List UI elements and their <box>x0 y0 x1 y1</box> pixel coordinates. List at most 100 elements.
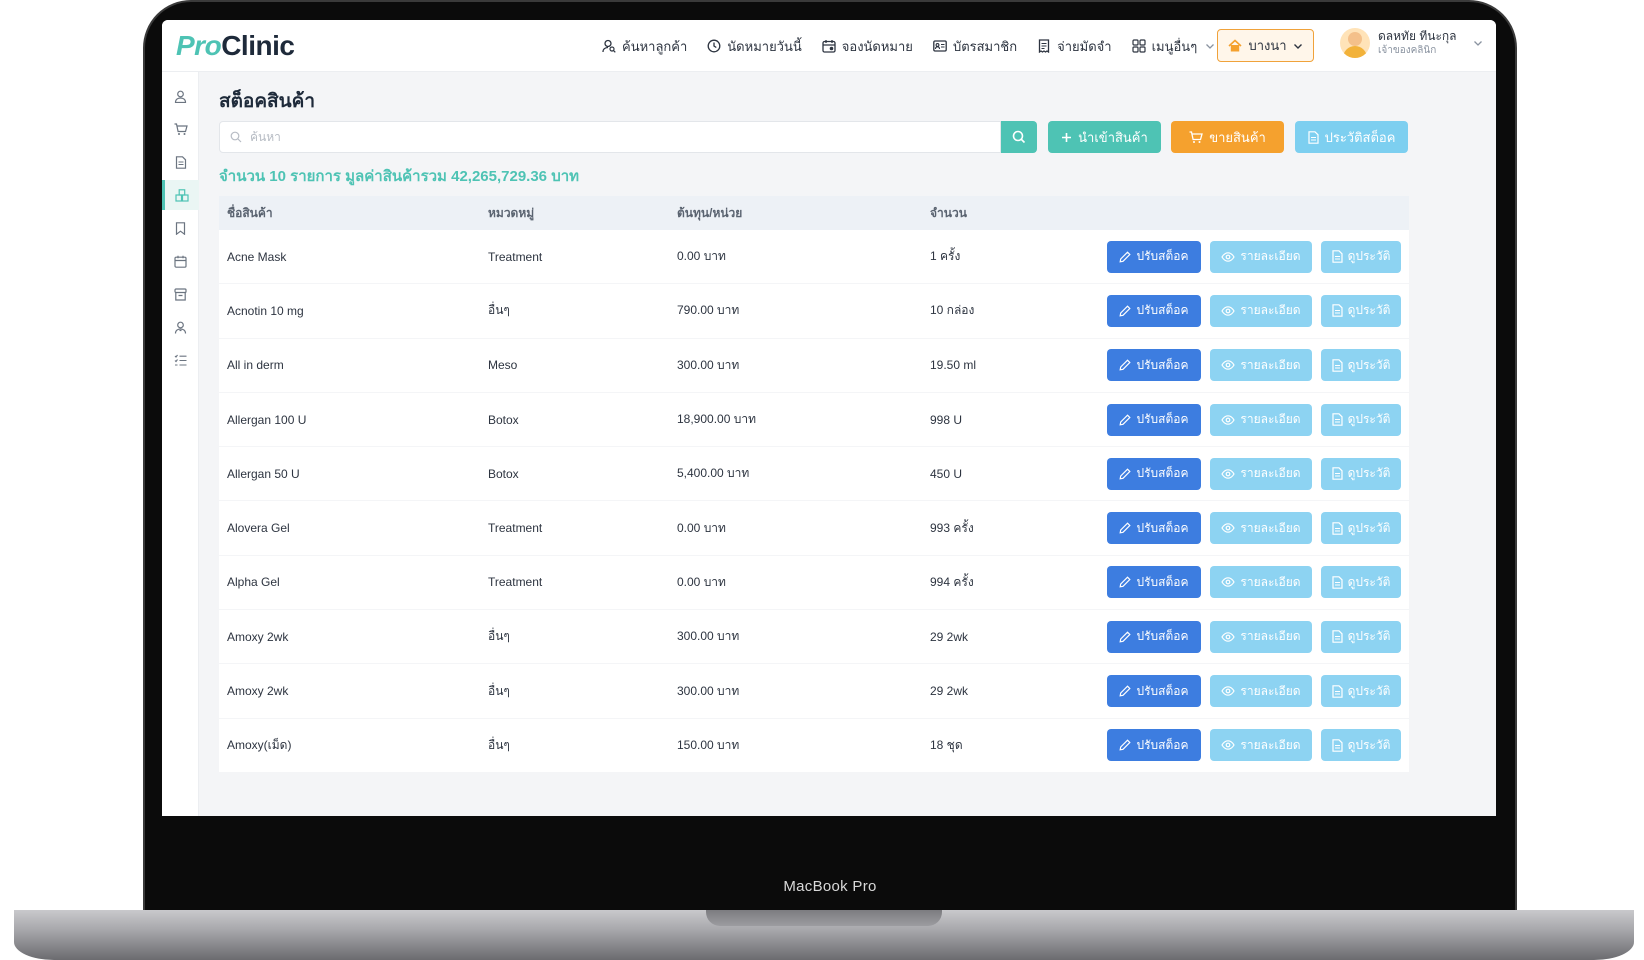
sidebar-item-staff[interactable] <box>162 312 199 342</box>
adjust-stock-label: ปรับสต็อค <box>1136 683 1189 698</box>
database-icon <box>174 287 187 301</box>
sidebar-item-inventory[interactable] <box>162 279 199 309</box>
view-history-button[interactable]: ดูประวัติ <box>1321 512 1401 545</box>
cell-qty: 993 ครั้ง <box>930 520 974 535</box>
view-history-button[interactable]: ดูประวัติ <box>1321 403 1401 436</box>
view-detail-button[interactable]: รายละเอียด <box>1210 566 1312 599</box>
view-history-button[interactable]: ดูประวัติ <box>1321 457 1401 490</box>
view-history-label: ดูประวัติ <box>1347 574 1391 589</box>
view-detail-button[interactable]: รายละเอียด <box>1210 294 1312 327</box>
nav-more-menu[interactable]: เมนูอื่นๆ <box>1131 36 1218 57</box>
eye-icon <box>1221 740 1236 751</box>
eye-icon <box>1221 631 1236 642</box>
adjust-stock-button[interactable]: ปรับสต็อค <box>1107 294 1201 327</box>
adjust-stock-button[interactable]: ปรับสต็อค <box>1107 349 1201 382</box>
sidebar-item-stock[interactable] <box>162 180 199 210</box>
view-detail-label: รายละเอียด <box>1240 249 1301 264</box>
view-history-label: ดูประวัติ <box>1347 683 1391 698</box>
adjust-stock-label: ปรับสต็อค <box>1136 629 1189 644</box>
document-icon <box>1331 358 1343 372</box>
nav-deposit[interactable]: จ่ายมัดจำ <box>1037 36 1112 57</box>
table-row: Alovera Gel Treatment 0.00 บาท 993 ครั้ง… <box>219 501 1409 556</box>
view-history-button[interactable]: ดูประวัติ <box>1321 240 1401 273</box>
user-search-icon <box>602 39 616 53</box>
stock-history-button[interactable]: ประวัติสต็อค <box>1295 121 1408 153</box>
adjust-stock-label: ปรับสต็อค <box>1136 574 1189 589</box>
branch-selector[interactable]: บางนา <box>1217 29 1314 62</box>
cell-name: All in derm <box>227 358 284 373</box>
user-role: เจ้าของคลินิก <box>1378 45 1437 56</box>
cell-cost: 0.00 บาท <box>677 249 726 264</box>
view-detail-button[interactable]: รายละเอียด <box>1210 240 1312 273</box>
adjust-stock-button[interactable]: ปรับสต็อค <box>1107 675 1201 708</box>
view-history-button[interactable]: ดูประวัติ <box>1321 294 1401 327</box>
view-history-button[interactable]: ดูประวัติ <box>1321 349 1401 382</box>
adjust-stock-button[interactable]: ปรับสต็อค <box>1107 457 1201 490</box>
clock-icon <box>707 39 721 53</box>
app-logo[interactable]: ProClinic <box>176 30 295 62</box>
view-detail-button[interactable]: รายละเอียด <box>1210 675 1312 708</box>
pencil-icon <box>1119 468 1132 480</box>
cart-icon <box>174 122 188 136</box>
adjust-stock-button[interactable]: ปรับสต็อค <box>1107 620 1201 653</box>
view-history-button[interactable]: ดูประวัติ <box>1321 566 1401 599</box>
sidebar-item-calendar[interactable] <box>162 246 199 276</box>
sidebar-item-bookmarks[interactable] <box>162 213 199 243</box>
adjust-stock-button[interactable]: ปรับสต็อค <box>1107 512 1201 545</box>
sell-product-label: ขายสินค้า <box>1209 129 1266 145</box>
view-detail-label: รายละเอียด <box>1240 466 1301 481</box>
view-detail-button[interactable]: รายละเอียด <box>1210 403 1312 436</box>
view-history-button[interactable]: ดูประวัติ <box>1321 675 1401 708</box>
bookmark-icon <box>175 221 186 235</box>
sidebar-item-sales[interactable] <box>162 114 199 144</box>
view-detail-button[interactable]: รายละเอียด <box>1210 512 1312 545</box>
document-icon <box>1307 130 1319 144</box>
view-history-label: ดูประวัติ <box>1347 737 1391 752</box>
nav-book-appointment[interactable]: จองนัดหมาย <box>822 36 913 57</box>
cell-category: Meso <box>488 358 518 373</box>
cell-cost: 300.00 บาท <box>677 683 740 698</box>
cell-qty: 29 2wk <box>930 629 969 644</box>
sidebar-item-customers[interactable] <box>162 81 199 111</box>
adjust-stock-button[interactable]: ปรับสต็อค <box>1107 729 1201 762</box>
sell-product-button[interactable]: ขายสินค้า <box>1171 121 1284 153</box>
row-actions: ปรับสต็อค รายละเอียด ดูประวัติ <box>1100 403 1409 436</box>
user-menu[interactable]: ดลหทัย ทีนะกุล เจ้าของคลินิก <box>1340 28 1483 58</box>
nav-customer-search[interactable]: ค้นหาลูกค้า <box>602 36 687 57</box>
sidebar-item-documents[interactable] <box>162 147 199 177</box>
search-input[interactable] <box>250 130 950 144</box>
cell-category: Treatment <box>488 575 543 590</box>
eye-icon <box>1221 251 1236 262</box>
table-row: Amoxy 2wk อื่นๆ 300.00 บาท 29 2wk ปรับสต… <box>219 610 1409 665</box>
view-history-button[interactable]: ดูประวัติ <box>1321 620 1401 653</box>
view-detail-label: รายละเอียด <box>1240 357 1301 372</box>
view-detail-button[interactable]: รายละเอียด <box>1210 620 1312 653</box>
adjust-stock-button[interactable]: ปรับสต็อค <box>1107 403 1201 436</box>
logo-part-pro: Pro <box>176 30 222 61</box>
cell-name: Acnotin 10 mg <box>227 303 304 318</box>
view-history-label: ดูประวัติ <box>1347 520 1391 535</box>
cell-name: Amoxy 2wk <box>227 684 289 699</box>
adjust-stock-button[interactable]: ปรับสต็อค <box>1107 566 1201 599</box>
header-cost: ต้นทุน/หน่วย <box>677 205 743 220</box>
nav-member-card[interactable]: บัตรสมาชิก <box>933 36 1017 57</box>
view-detail-button[interactable]: รายละเอียด <box>1210 729 1312 762</box>
cell-cost: 790.00 บาท <box>677 303 740 318</box>
cell-name: Amoxy(เม็ด) <box>227 737 292 752</box>
view-detail-button[interactable]: รายละเอียด <box>1210 349 1312 382</box>
staff-icon <box>174 321 187 334</box>
sidebar-item-checklist[interactable] <box>162 345 199 375</box>
cell-cost: 300.00 บาท <box>677 357 740 372</box>
nav-today-appointments[interactable]: นัดหมายวันนี้ <box>707 36 802 57</box>
cell-qty: 19.50 ml <box>930 358 977 373</box>
adjust-stock-button[interactable]: ปรับสต็อค <box>1107 240 1201 273</box>
import-stock-button[interactable]: นำเข้าสินค้า <box>1048 121 1161 153</box>
search-button[interactable] <box>1001 121 1037 153</box>
cell-category: อื่นๆ <box>488 683 510 698</box>
search-icon <box>1012 130 1026 144</box>
view-history-button[interactable]: ดูประวัติ <box>1321 729 1401 762</box>
view-detail-button[interactable]: รายละเอียด <box>1210 457 1312 490</box>
chevron-down-icon <box>1203 39 1217 53</box>
grid-icon <box>1131 39 1146 53</box>
cart-icon <box>1189 130 1204 144</box>
